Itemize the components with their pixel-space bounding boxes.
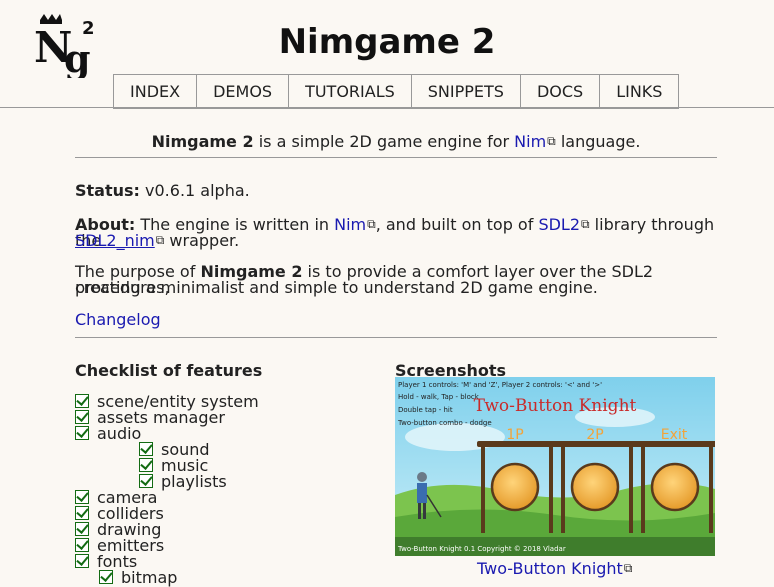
- about-line-2: SDL2_nim⧉ wrapper.: [75, 231, 240, 250]
- checklist-heading: Checklist of features: [75, 361, 263, 380]
- game-instructions-2: Hold - walk, Tap - block: [398, 393, 480, 401]
- game-instructions-1: Player 1 controls: 'M' and 'Z', Player 2…: [398, 381, 602, 389]
- checkbox-checked-icon: [75, 506, 89, 520]
- checkbox-checked-icon: [75, 554, 89, 568]
- nav-tutorials[interactable]: TUTORIALS: [288, 74, 411, 109]
- external-link-icon: ⧉: [547, 134, 556, 148]
- checkbox-checked-icon: [75, 426, 89, 440]
- divider: [75, 337, 717, 338]
- game-option-exit: Exit: [661, 427, 688, 443]
- nav-links[interactable]: LINKS: [599, 74, 680, 109]
- checkbox-checked-icon: [139, 442, 153, 456]
- external-link-icon: ⧉: [623, 561, 633, 575]
- intro-text: Nimgame 2 is a simple 2D game engine for…: [151, 132, 641, 151]
- checkbox-checked-icon: [75, 410, 89, 424]
- game-copyright: Two-Button Knight 0.1 Copyright © 2018 V…: [397, 545, 566, 553]
- game-instructions-3: Double tap - hit: [398, 406, 453, 414]
- nav-snippets[interactable]: SNIPPETS: [410, 74, 520, 109]
- checkbox-checked-icon: [99, 570, 113, 584]
- status-line: Status: v0.6.1 alpha.: [75, 181, 250, 200]
- main-nav: INDEX DEMOS TUTORIALS SNIPPETS DOCS LINK…: [113, 74, 680, 109]
- list-item: bitmap: [99, 570, 177, 586]
- purpose-line-2: creating a minimalist and simple to unde…: [75, 278, 598, 297]
- nav-index[interactable]: INDEX: [113, 74, 197, 109]
- list-item: audio: [75, 426, 141, 442]
- checkbox-checked-icon: [75, 394, 89, 408]
- checkbox-checked-icon: [139, 458, 153, 472]
- game-option-1p: 1P: [506, 427, 523, 443]
- external-link-icon: ⧉: [581, 217, 590, 231]
- screenshot-caption: Two-Button Knight⧉: [477, 559, 632, 578]
- game-title: Two-Button Knight: [474, 396, 637, 416]
- game-option-2p: 2P: [586, 427, 603, 443]
- nav-demos[interactable]: DEMOS: [196, 74, 289, 109]
- game-instructions-4: Two-button combo - dodge: [397, 419, 492, 427]
- checkbox-checked-icon: [75, 522, 89, 536]
- checkbox-checked-icon: [75, 538, 89, 552]
- divider: [75, 157, 717, 158]
- external-link-icon: ⧉: [367, 217, 376, 231]
- sdl2-nim-link[interactable]: SDL2_nim: [75, 231, 155, 250]
- two-button-knight-link[interactable]: Two-Button Knight: [477, 559, 623, 578]
- checkbox-checked-icon: [75, 490, 89, 504]
- checkbox-checked-icon: [139, 474, 153, 488]
- changelog-link[interactable]: Changelog: [75, 310, 161, 329]
- game-screenshot[interactable]: Player 1 controls: 'M' and 'Z', Player 2…: [395, 377, 715, 556]
- intro-bold: Nimgame 2: [151, 132, 254, 151]
- changelog-row: Changelog: [75, 312, 717, 328]
- nav-divider: [0, 107, 774, 108]
- nim-link[interactable]: Nim: [514, 132, 546, 151]
- nav-docs[interactable]: DOCS: [519, 74, 600, 109]
- site-title: Nimgame 2: [278, 22, 496, 62]
